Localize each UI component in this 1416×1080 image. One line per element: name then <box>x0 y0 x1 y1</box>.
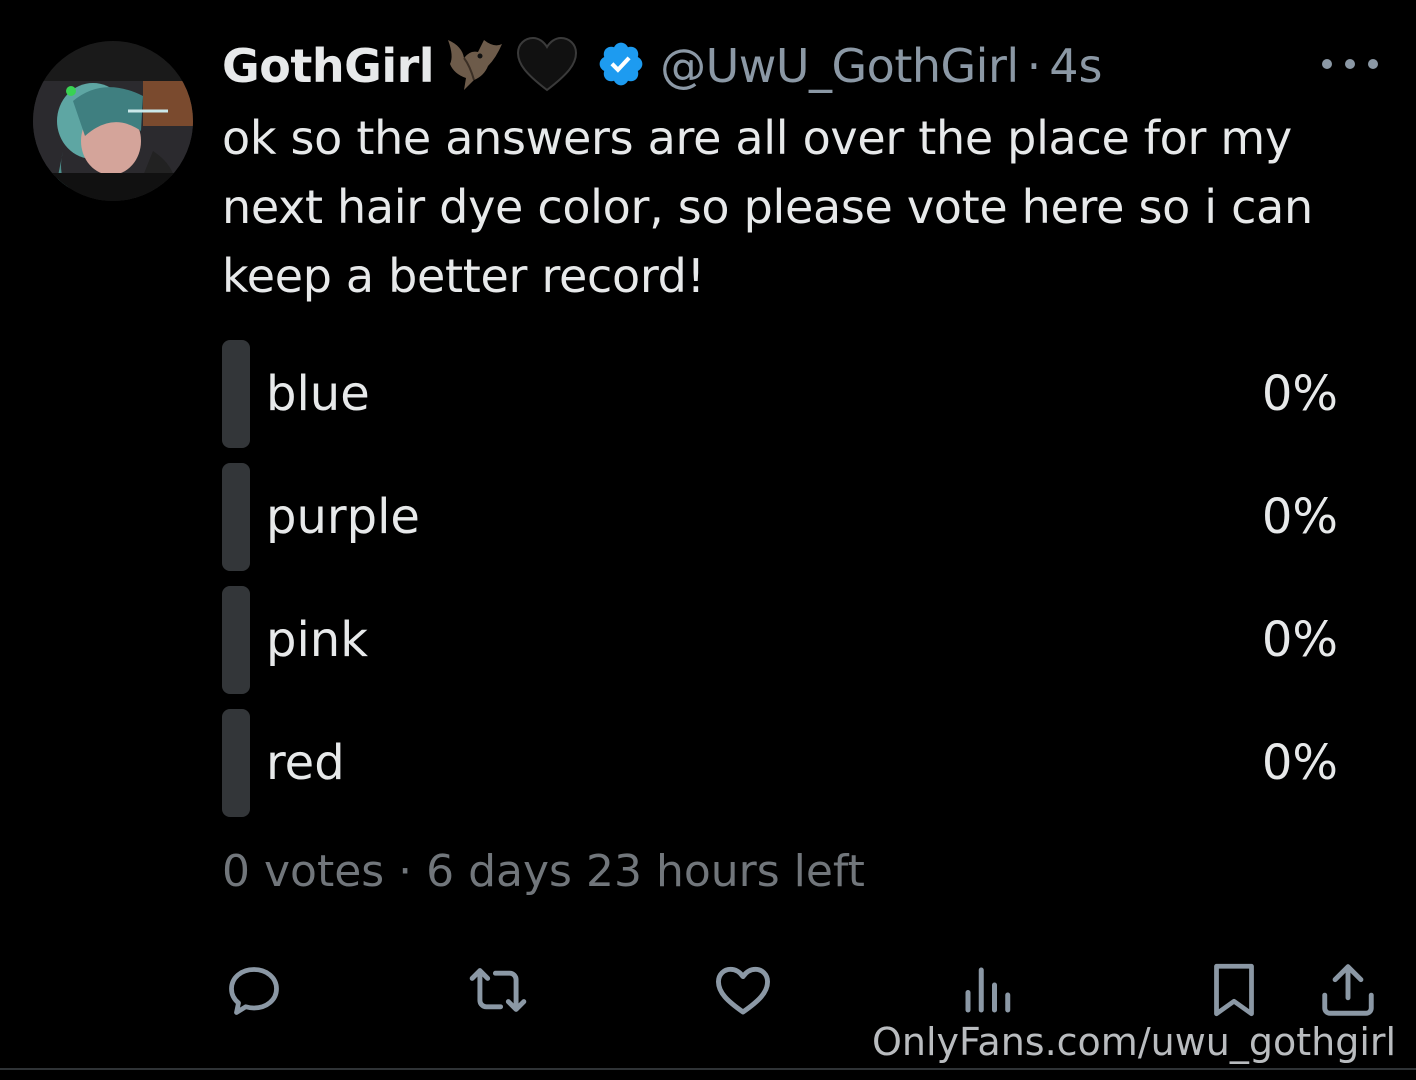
poll-option-percent: 0% <box>1261 366 1338 422</box>
poll-option-label: pink <box>266 612 369 668</box>
poll-option-label: purple <box>266 489 420 545</box>
more-options-icon[interactable] <box>1322 52 1378 76</box>
bookmark-icon[interactable] <box>1202 958 1266 1022</box>
poll-option: blue 0% <box>222 340 1362 448</box>
tweet[interactable]: GothGirl @UwU_GothGirl · 4s ok so the an… <box>0 0 1416 1080</box>
poll-option: red 0% <box>222 709 1362 817</box>
poll-meta: 0 votes · 6 days 23 hours left <box>222 846 865 897</box>
like-icon[interactable] <box>711 958 775 1022</box>
watermark: OnlyFans.com/uwu_gothgirl <box>872 1020 1397 1064</box>
divider <box>0 1068 1416 1070</box>
poll-option-percent: 0% <box>1261 612 1338 668</box>
separator-dot: · <box>1026 39 1042 93</box>
tweet-text: ok so the answers are all over the place… <box>222 111 1313 303</box>
reply-icon[interactable] <box>222 958 286 1022</box>
poll-option: pink 0% <box>222 586 1362 694</box>
black-heart-emoji <box>516 36 578 96</box>
poll-option-percent: 0% <box>1261 735 1338 791</box>
tweet-header: GothGirl @UwU_GothGirl · 4s <box>222 36 1103 96</box>
poll-option-label: blue <box>266 366 370 422</box>
poll-bar <box>222 709 250 817</box>
poll-bar <box>222 340 250 448</box>
display-name[interactable]: GothGirl <box>222 39 435 93</box>
bat-emoji <box>444 36 506 96</box>
poll: blue 0% purple 0% pink 0% red 0% <box>222 340 1362 832</box>
verified-badge-icon[interactable] <box>596 39 646 93</box>
poll-bar <box>222 463 250 571</box>
poll-option-label: red <box>266 735 345 791</box>
share-icon[interactable] <box>1316 958 1380 1022</box>
timestamp[interactable]: 4s <box>1049 39 1102 93</box>
views-icon[interactable] <box>956 958 1020 1022</box>
user-handle[interactable]: @UwU_GothGirl <box>660 39 1019 93</box>
retweet-icon[interactable] <box>466 958 530 1022</box>
poll-option-percent: 0% <box>1261 489 1338 545</box>
avatar[interactable] <box>33 41 193 201</box>
poll-option: purple 0% <box>222 463 1362 571</box>
poll-bar <box>222 586 250 694</box>
